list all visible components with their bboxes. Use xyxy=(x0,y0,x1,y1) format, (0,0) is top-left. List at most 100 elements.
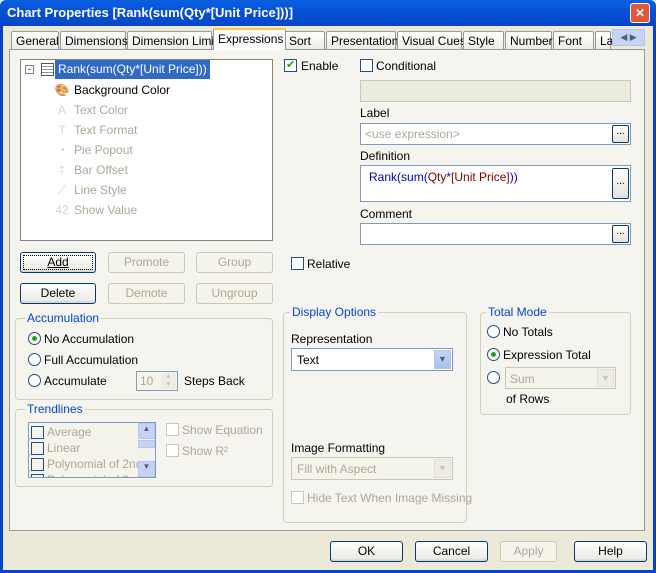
tab-la[interactable]: La xyxy=(595,31,613,50)
tree-item-label: Text Color xyxy=(74,103,129,117)
promote-button[interactable]: Promote xyxy=(108,252,185,273)
tree-item[interactable]: ◔ Pie Popout xyxy=(54,141,133,159)
trendline-item[interactable]: Polynomial of 3rd d xyxy=(31,473,150,477)
no-totals-radio[interactable] xyxy=(487,325,500,338)
ok-button[interactable]: OK xyxy=(330,541,403,562)
ungroup-button[interactable]: Ungroup xyxy=(196,283,273,304)
trendline-label: Polynomial of 3rd d xyxy=(47,473,150,477)
definition-edit-button[interactable]: ... xyxy=(612,168,629,199)
accumulation-option-label: Accumulate xyxy=(44,374,107,388)
label-edit-button[interactable]: ... xyxy=(612,125,629,143)
conditional-label: Conditional xyxy=(376,59,437,73)
add-button[interactable]: Add xyxy=(20,252,96,273)
title-bar: Chart Properties [Rank(sum(Qty*[Unit Pri… xyxy=(0,0,656,26)
trendline-item[interactable]: Linear xyxy=(31,441,80,457)
add-label: Add xyxy=(47,255,69,269)
enable-checkbox[interactable] xyxy=(284,58,297,72)
definition-token: Rank xyxy=(369,170,398,184)
palette-icon: 🎨 xyxy=(54,83,70,97)
help-button[interactable]: Help xyxy=(574,541,647,562)
trendline-item[interactable]: Average xyxy=(31,425,91,441)
trendline-checkbox[interactable] xyxy=(31,442,44,456)
trendline-item[interactable]: Polynomial of 2nd d xyxy=(31,457,152,473)
tree-item[interactable]: 42 Show Value xyxy=(54,201,137,219)
comment-edit-button[interactable]: ... xyxy=(612,225,629,243)
definition-input[interactable]: Rank(sum(Qty*[Unit Price])) xyxy=(360,165,631,202)
tab-scroll-arrows[interactable]: ◀ ▶ xyxy=(612,29,645,46)
pie-icon: ◔ xyxy=(58,143,66,157)
tree-item-label: Pie Popout xyxy=(74,143,133,157)
trendline-checkbox[interactable] xyxy=(31,458,44,472)
image-formatting-label: Image Formatting xyxy=(291,441,386,455)
enable-label: Enable xyxy=(301,59,339,73)
total-function-select[interactable]: Sum ▼ xyxy=(505,367,616,389)
accumulation-radio-0[interactable] xyxy=(28,332,41,345)
chevron-down-icon[interactable]: ▼ xyxy=(434,350,451,369)
tab-dimensions[interactable]: Dimensions xyxy=(60,31,128,50)
definition-token: [Unit Price] xyxy=(451,170,510,184)
trendline-label: Linear xyxy=(47,441,81,455)
tree-item-label: Bar Offset xyxy=(74,163,128,177)
table-icon xyxy=(41,63,54,76)
tree-item[interactable]: ⍏ Bar Offset xyxy=(54,161,128,179)
chevron-down-icon[interactable]: ▼ xyxy=(434,459,451,478)
tab-style[interactable]: Style xyxy=(463,31,504,50)
tab-expressions[interactable]: Expressions xyxy=(213,28,286,50)
show-r2-checkbox[interactable] xyxy=(166,444,179,457)
tab-visual-cues[interactable]: Visual Cues xyxy=(397,31,466,50)
trendlines-list[interactable]: Average Linear Polynomial of 2nd d Polynomi… xyxy=(28,422,156,478)
conditional-checkbox[interactable] xyxy=(360,59,373,72)
comment-title: Comment xyxy=(360,207,413,221)
tab-number[interactable]: Number xyxy=(505,31,553,50)
accumulation-option-label: Full Accumulation xyxy=(44,353,139,367)
image-formatting-select[interactable]: Fill with Aspect ▼ xyxy=(291,457,453,480)
representation-label: Representation xyxy=(291,332,373,346)
tree-item[interactable]: A Text Color xyxy=(54,101,128,119)
trendlines-title: Trendlines xyxy=(25,402,85,416)
representation-select[interactable]: Text ▼ xyxy=(291,348,453,371)
representation-value: Text xyxy=(297,353,320,367)
tab-sort[interactable]: Sort xyxy=(284,31,325,50)
relative-label: Relative xyxy=(307,257,351,271)
hide-text-label: Hide Text When Image Missing xyxy=(307,491,473,505)
text-format-icon: T xyxy=(58,123,66,137)
accumulation-option-label: No Accumulation xyxy=(44,332,135,346)
tree-root-expression[interactable]: Rank(sum(Qty*[Unit Price])) xyxy=(55,60,210,79)
function-total-radio[interactable] xyxy=(487,371,500,384)
close-button[interactable]: ✕ xyxy=(630,3,650,23)
tab-font[interactable]: Font xyxy=(553,31,594,50)
cancel-button[interactable]: Cancel xyxy=(415,541,488,562)
text-color-icon: A xyxy=(57,103,66,117)
tree-item-label: Show Value xyxy=(74,203,138,217)
scroll-down-icon[interactable]: ▼ xyxy=(138,461,155,477)
group-button[interactable]: Group xyxy=(196,252,273,273)
trendline-checkbox[interactable] xyxy=(31,426,44,440)
tab-dimension-limits[interactable]: Dimension Limits xyxy=(127,31,223,50)
show-equation-checkbox[interactable] xyxy=(166,423,179,436)
expression-total-radio[interactable] xyxy=(487,348,500,361)
tree-item[interactable]: T Text Format xyxy=(54,121,137,139)
chevron-down-icon[interactable]: ▼ xyxy=(597,369,614,387)
tree-item[interactable]: 🎨 Background Color xyxy=(54,81,171,99)
label-input[interactable]: <use expression> xyxy=(360,123,631,145)
show-value-icon: 42 xyxy=(55,203,69,217)
steps-value: 10 xyxy=(140,374,154,388)
steps-back-spinner[interactable]: 10 ▲ ▼ xyxy=(136,371,178,391)
trendlines-scrollbar[interactable]: ▲ ▼ xyxy=(138,423,155,477)
tree-item[interactable]: ⟋ Line Style xyxy=(54,181,127,199)
tab-general[interactable]: General xyxy=(11,31,59,50)
hide-text-checkbox[interactable] xyxy=(291,491,304,504)
tab-presentation[interactable]: Presentation xyxy=(326,31,398,50)
accumulation-radio-1[interactable] xyxy=(28,353,41,366)
scroll-thumb[interactable] xyxy=(138,440,155,448)
demote-button[interactable]: Demote xyxy=(108,283,185,304)
accumulation-radio-2[interactable] xyxy=(28,374,41,387)
relative-checkbox[interactable] xyxy=(291,257,304,270)
delete-button[interactable]: Delete xyxy=(20,283,96,304)
comment-input[interactable] xyxy=(360,223,631,245)
apply-button[interactable]: Apply xyxy=(500,541,557,562)
trendline-checkbox[interactable] xyxy=(31,474,44,477)
collapse-icon[interactable]: - xyxy=(25,65,34,74)
scroll-up-icon[interactable]: ▲ xyxy=(138,423,155,439)
tree-item-label: Line Style xyxy=(74,183,127,197)
